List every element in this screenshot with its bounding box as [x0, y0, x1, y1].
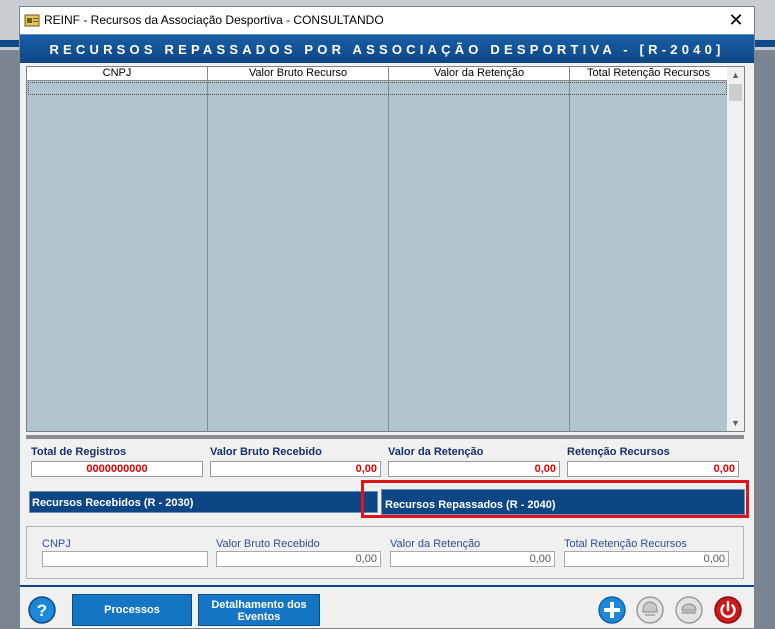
- save-icon: [636, 596, 664, 624]
- detail-valor-bruto-label: Valor Bruto Recebido: [216, 538, 320, 550]
- tab-recursos-recebidos-label: Recursos Recebidos (R - 2030): [32, 497, 194, 509]
- detail-valor-retencao-input[interactable]: 0,00: [390, 551, 555, 567]
- total-registros-field: 0000000000: [31, 461, 203, 477]
- processos-button[interactable]: Processos: [72, 594, 192, 626]
- records-grid[interactable]: CNPJ Valor Bruto Recurso Valor da Retenç…: [26, 66, 745, 432]
- valor-retencao-label: Valor da Retenção: [388, 446, 484, 458]
- grid-row-focus[interactable]: [28, 82, 727, 95]
- add-icon[interactable]: [598, 596, 626, 624]
- help-icon[interactable]: ?: [28, 596, 56, 624]
- close-icon[interactable]: ✕: [724, 9, 748, 31]
- scroll-thumb[interactable]: [729, 84, 742, 101]
- tab-recursos-recebidos[interactable]: Recursos Recebidos (R - 2030): [29, 491, 378, 513]
- dialog-window: REINF - Recursos da Associação Desportiv…: [19, 6, 755, 629]
- grid-vertical-scrollbar[interactable]: ▲ ▼: [727, 67, 744, 431]
- retencao-recursos-label: Retenção Recursos: [567, 446, 670, 458]
- section-separator: [26, 435, 744, 439]
- total-registros-label: Total de Registros: [31, 446, 127, 458]
- detail-total-retencao-input[interactable]: 0,00: [564, 551, 729, 567]
- delete-icon: [675, 596, 703, 624]
- retencao-recursos-field: 0,00: [567, 461, 739, 477]
- column-header-valor-retencao[interactable]: Valor da Retenção: [389, 67, 570, 81]
- app-icon: [24, 14, 40, 27]
- grid-header: CNPJ Valor Bruto Recurso Valor da Retenç…: [27, 67, 727, 81]
- detail-valor-bruto-input[interactable]: 0,00: [216, 551, 381, 567]
- window-title: REINF - Recursos da Associação Desportiv…: [44, 13, 384, 27]
- page-header: RECURSOS REPASSADOS POR ASSOCIAÇÃO DESPO…: [20, 34, 754, 63]
- footer-divider: [20, 585, 754, 587]
- title-bar: REINF - Recursos da Associação Desportiv…: [20, 7, 754, 34]
- column-divider: [207, 81, 208, 432]
- detail-total-retencao-label: Total Retenção Recursos: [564, 538, 687, 550]
- valor-bruto-recebido-label: Valor Bruto Recebido: [210, 446, 322, 458]
- detalhamento-eventos-button[interactable]: Detalhamento dos Eventos: [198, 594, 320, 626]
- column-divider: [569, 81, 570, 432]
- column-header-total-retencao[interactable]: Total Retenção Recursos: [570, 67, 727, 81]
- power-icon[interactable]: [714, 596, 742, 624]
- column-header-valor-bruto[interactable]: Valor Bruto Recurso: [208, 67, 389, 81]
- page-title: RECURSOS REPASSADOS POR ASSOCIAÇÃO DESPO…: [49, 42, 725, 57]
- scroll-down-icon[interactable]: ▼: [727, 415, 744, 431]
- detail-valor-retencao-label: Valor da Retenção: [390, 538, 481, 550]
- detail-cnpj-input[interactable]: [42, 551, 208, 567]
- valor-retencao-field: 0,00: [388, 461, 560, 477]
- column-header-cnpj[interactable]: CNPJ: [27, 67, 208, 81]
- detail-cnpj-label: CNPJ: [42, 538, 71, 550]
- scroll-up-icon[interactable]: ▲: [727, 67, 744, 83]
- active-tab-highlight: [361, 480, 749, 518]
- help-glyph: ?: [37, 601, 47, 620]
- valor-bruto-recebido-field: 0,00: [210, 461, 381, 477]
- column-divider: [388, 81, 389, 432]
